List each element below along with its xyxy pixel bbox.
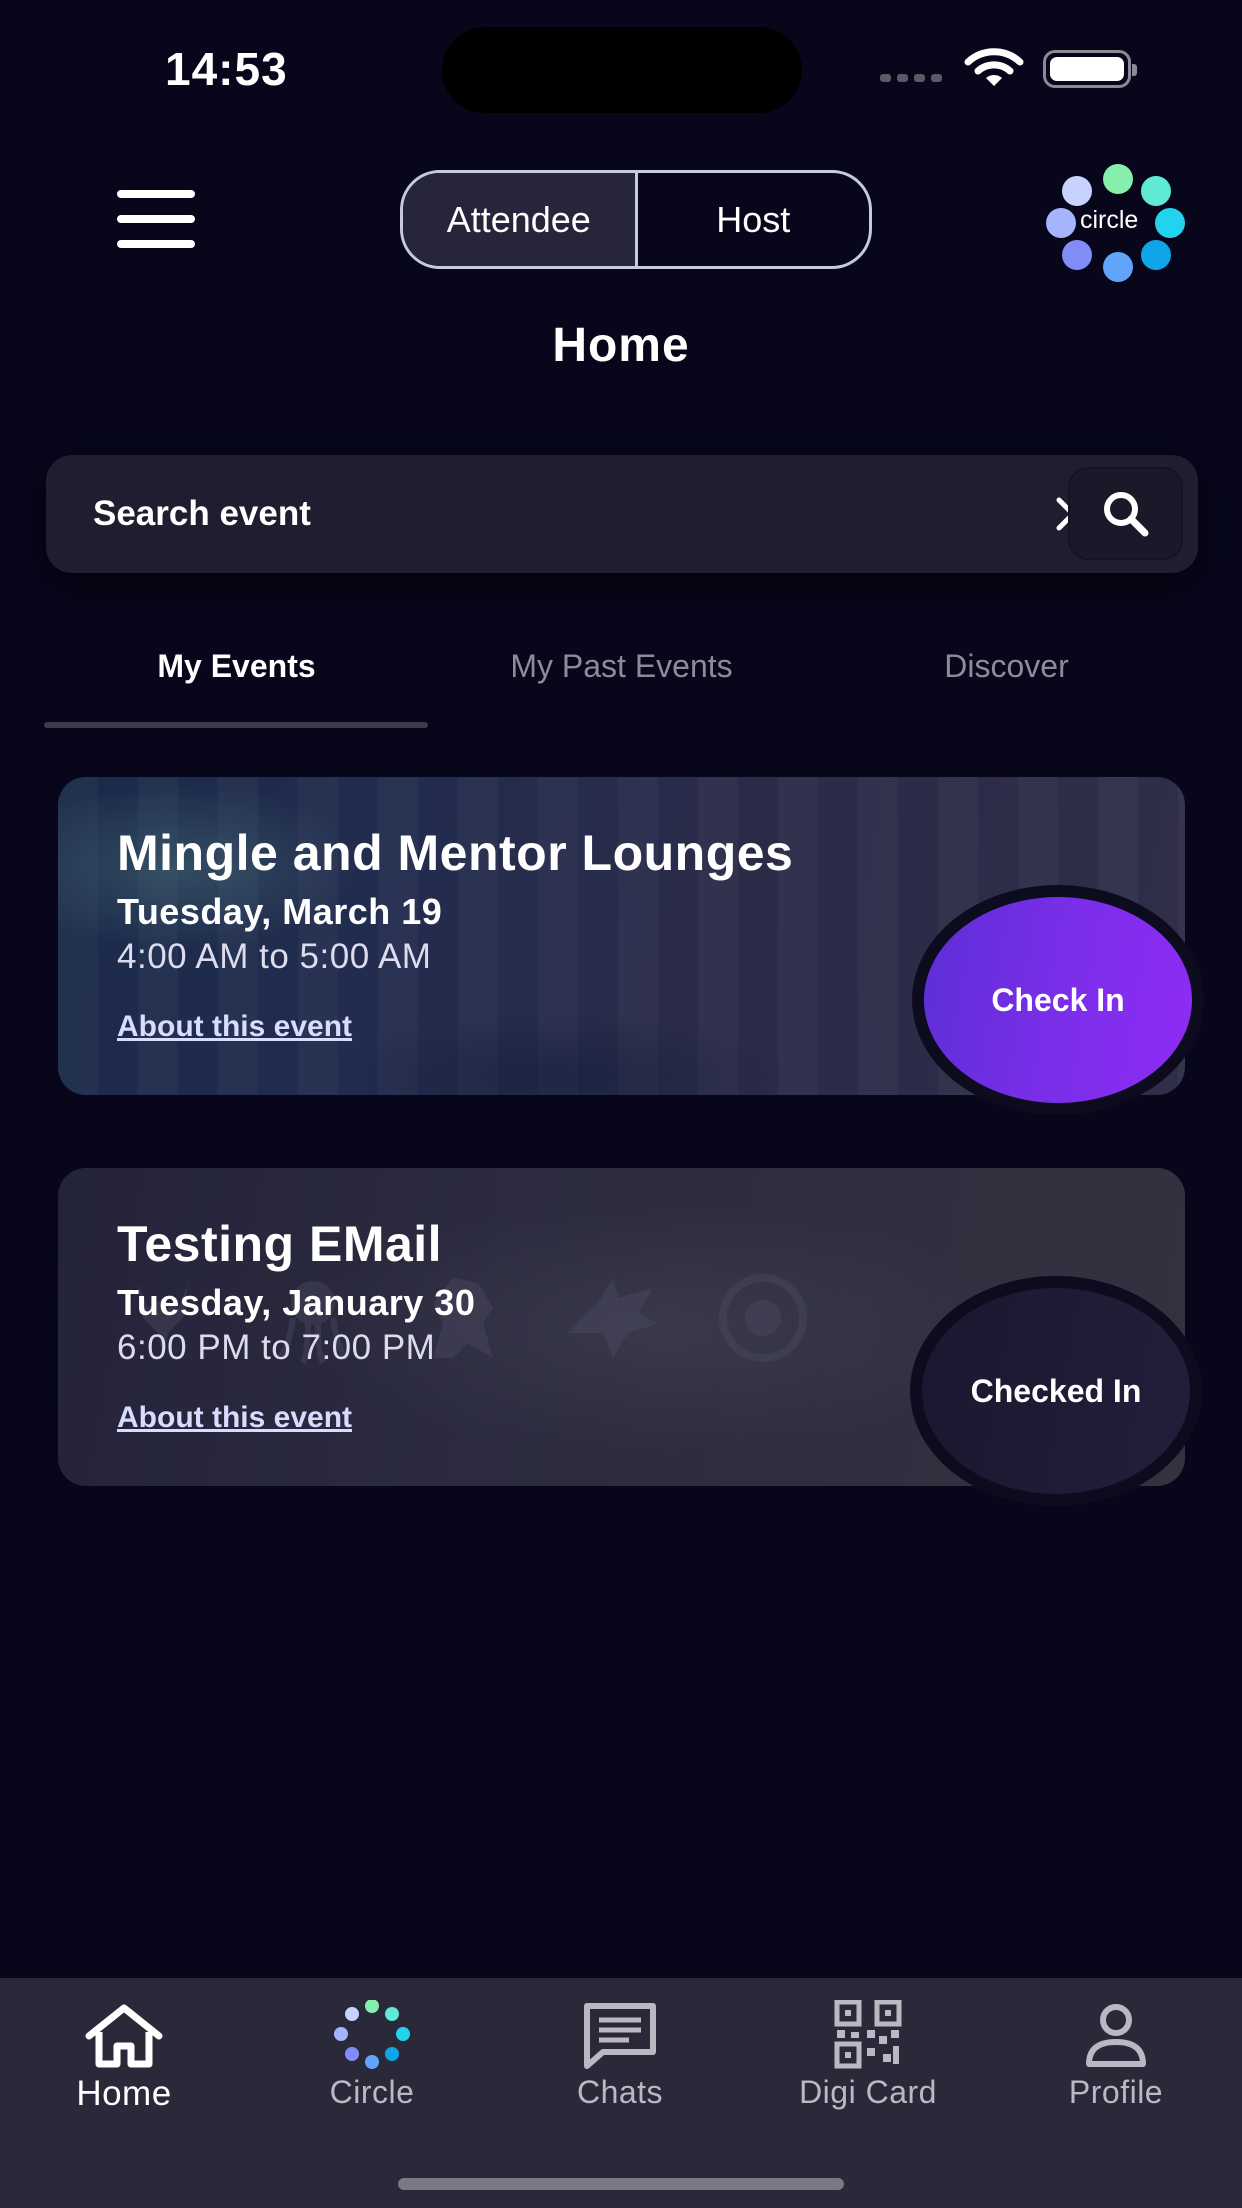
hamburger-menu-icon[interactable] <box>117 190 195 248</box>
status-time: 14:53 <box>165 43 288 95</box>
host-toggle-button[interactable]: Host <box>634 173 870 266</box>
role-toggle: Attendee Host <box>400 170 872 269</box>
profile-icon <box>1086 2004 1146 2067</box>
wolf-crest-icon <box>568 1278 658 1358</box>
nav-chats[interactable]: Chats <box>496 1978 744 2138</box>
chat-icon <box>584 2003 656 2069</box>
check-in-button[interactable]: Check In <box>912 885 1204 1115</box>
nav-label: Digi Card <box>799 2074 937 2110</box>
nav-circle[interactable]: Circle <box>248 1978 496 2138</box>
search-button[interactable] <box>1068 467 1183 560</box>
active-tab-indicator <box>44 722 428 728</box>
cellular-signal-icon <box>880 74 942 82</box>
qr-code-icon <box>834 2000 902 2069</box>
nav-digi-card[interactable]: Digi Card <box>744 1978 992 2138</box>
event-title: Testing EMail <box>117 1216 443 1272</box>
event-time: 4:00 AM to 5:00 AM <box>117 937 432 976</box>
dragon-crest-icon <box>719 1274 807 1362</box>
dynamic-island <box>442 27 802 113</box>
circle-logo[interactable]: circle <box>1040 160 1190 282</box>
event-title: Mingle and Mentor Lounges <box>117 825 794 881</box>
home-indicator[interactable] <box>398 2178 844 2190</box>
bottom-navigation: Home Circle Chats Digi Card Profile <box>0 1978 1242 2208</box>
nav-home[interactable]: Home <box>0 1978 248 2138</box>
search-input[interactable] <box>93 455 993 573</box>
attendee-toggle-button[interactable]: Attendee <box>403 173 635 266</box>
nav-label: Profile <box>1068 2074 1164 2110</box>
home-icon <box>85 2004 163 2068</box>
nav-label: Home <box>76 2074 172 2113</box>
circle-logo-icon <box>334 2000 410 2069</box>
checked-in-button[interactable]: Checked In <box>910 1276 1202 1506</box>
event-time: 6:00 PM to 7:00 PM <box>117 1328 436 1367</box>
nav-profile[interactable]: Profile <box>992 1978 1240 2138</box>
nav-label: Circle <box>329 2074 415 2110</box>
logo-text: circle <box>1080 206 1139 234</box>
about-event-link[interactable]: About this event <box>117 1010 352 1044</box>
tab-discover[interactable]: Discover <box>814 620 1199 730</box>
status-bar: 14:53 <box>0 0 1242 130</box>
search-icon <box>1103 491 1148 536</box>
wifi-icon <box>964 48 1024 86</box>
search-bar <box>46 455 1198 573</box>
nav-label: Chats <box>576 2074 664 2110</box>
page-title: Home <box>552 319 690 372</box>
event-date: Tuesday, January 30 <box>117 1282 476 1323</box>
about-event-link[interactable]: About this event <box>117 1401 352 1435</box>
event-date: Tuesday, March 19 <box>117 891 443 932</box>
tab-my-events[interactable]: My Events <box>44 620 429 730</box>
tab-my-past-events[interactable]: My Past Events <box>429 620 814 730</box>
battery-icon <box>1043 50 1137 88</box>
event-tabs: My Events My Past Events Discover <box>44 620 1198 730</box>
